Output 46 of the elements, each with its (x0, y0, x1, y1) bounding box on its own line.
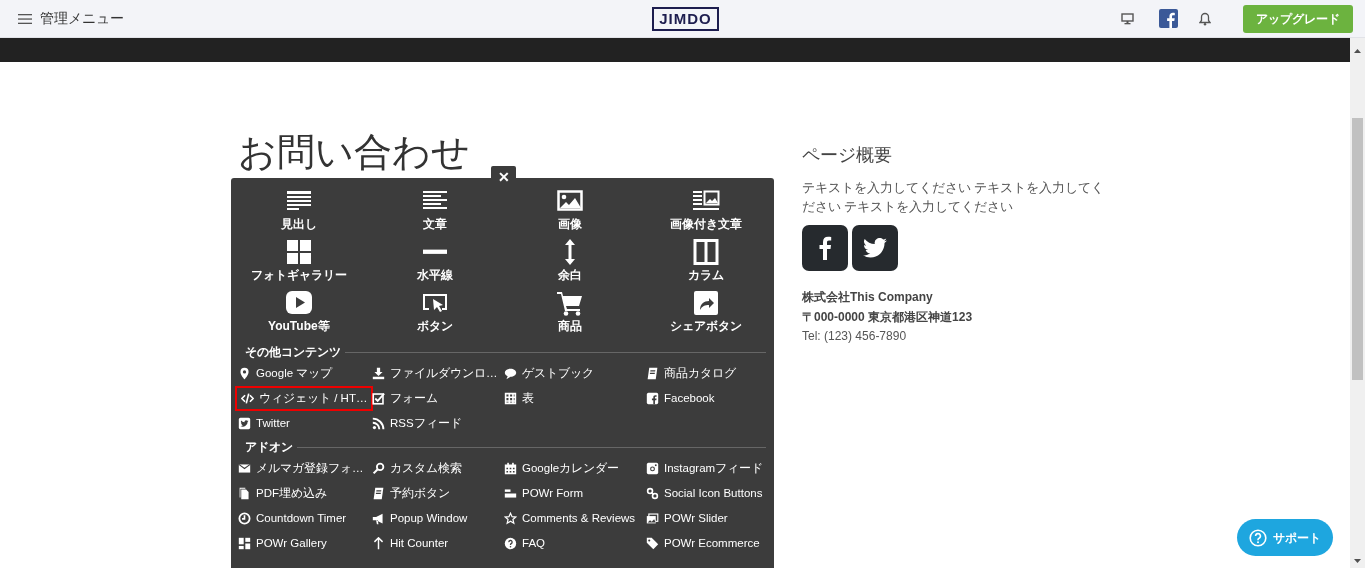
content-type-button[interactable]: 画像 (502, 188, 639, 239)
content-type-button[interactable]: POWr Slider (643, 506, 731, 531)
content-type-button[interactable]: Popup Window (369, 506, 471, 531)
content-type-button[interactable]: ファイルダウンロ… (369, 361, 501, 386)
content-type-button[interactable]: POWr Gallery (235, 531, 330, 556)
sidebar-text: テキストを入力してください テキストを入力してください テキストを入力してください (802, 180, 1106, 216)
content-type-button[interactable]: 表 (501, 386, 537, 411)
company-name: 株式会社This Company (802, 289, 934, 306)
content-type-button[interactable]: FAQ (501, 531, 548, 556)
phone-text: Tel: (123) 456-7890 (802, 328, 908, 345)
section-heading: その他コンテンツ (245, 344, 341, 361)
content-type-button[interactable]: ボタン (366, 290, 503, 341)
content-type-button[interactable]: 予約ボタン (369, 481, 453, 506)
content-type-button[interactable]: POWr Form (501, 481, 587, 506)
section-heading: アドオン (245, 439, 293, 456)
content-type-button[interactable]: メルマガ登録フォ… (235, 456, 367, 481)
content-type-button[interactable]: Social Icon Buttons (643, 481, 766, 506)
content-type-button[interactable]: カスタム検索 (369, 456, 465, 481)
content-type-button[interactable]: フォトギャラリー (231, 239, 367, 290)
content-type-button[interactable]: シェアボタン (638, 290, 774, 341)
content-type-button[interactable]: Twitter (235, 411, 293, 436)
content-type-button[interactable]: 画像付き文章 (638, 188, 774, 239)
content-type-button[interactable]: YouTube等 (231, 290, 367, 341)
admin-menu-button[interactable]: 管理メニュー (40, 8, 124, 29)
content-type-button[interactable]: PDF埋め込み (235, 481, 330, 506)
content-type-button[interactable]: 余白 (502, 239, 639, 290)
content-type-button[interactable]: POWr Ecommerce (643, 531, 763, 556)
content-type-button[interactable]: 文章 (366, 188, 503, 239)
content-type-button[interactable]: Google マップ (235, 361, 336, 386)
content-type-button[interactable]: Comments & Reviews (501, 506, 639, 531)
logo[interactable]: JIMDO (652, 6, 719, 31)
content-type-button[interactable]: Instagramフィード (643, 456, 767, 481)
content-type-button[interactable]: Googleカレンダー (501, 456, 623, 481)
page-title: お問い合わせ (238, 130, 471, 175)
content-type-button[interactable]: カラム (638, 239, 774, 290)
content-type-button[interactable]: 水平線 (366, 239, 503, 290)
content-type-button[interactable]: RSSフィード (369, 411, 465, 436)
sidebar-heading: ページ概要 (802, 144, 893, 167)
content-type-button[interactable]: ゲストブック (501, 361, 597, 386)
content-type-button[interactable]: Facebook (643, 386, 718, 411)
content-type-button[interactable]: Countdown Timer (235, 506, 350, 531)
content-type-button[interactable]: 商品カタログ (643, 361, 739, 386)
address-text: 〒000-0000 東京都港区神道123 (802, 309, 974, 326)
content-type-button[interactable]: Hit Counter (369, 531, 452, 556)
content-type-button[interactable]: 見出し (231, 188, 367, 239)
content-type-button[interactable]: 商品 (502, 290, 639, 341)
